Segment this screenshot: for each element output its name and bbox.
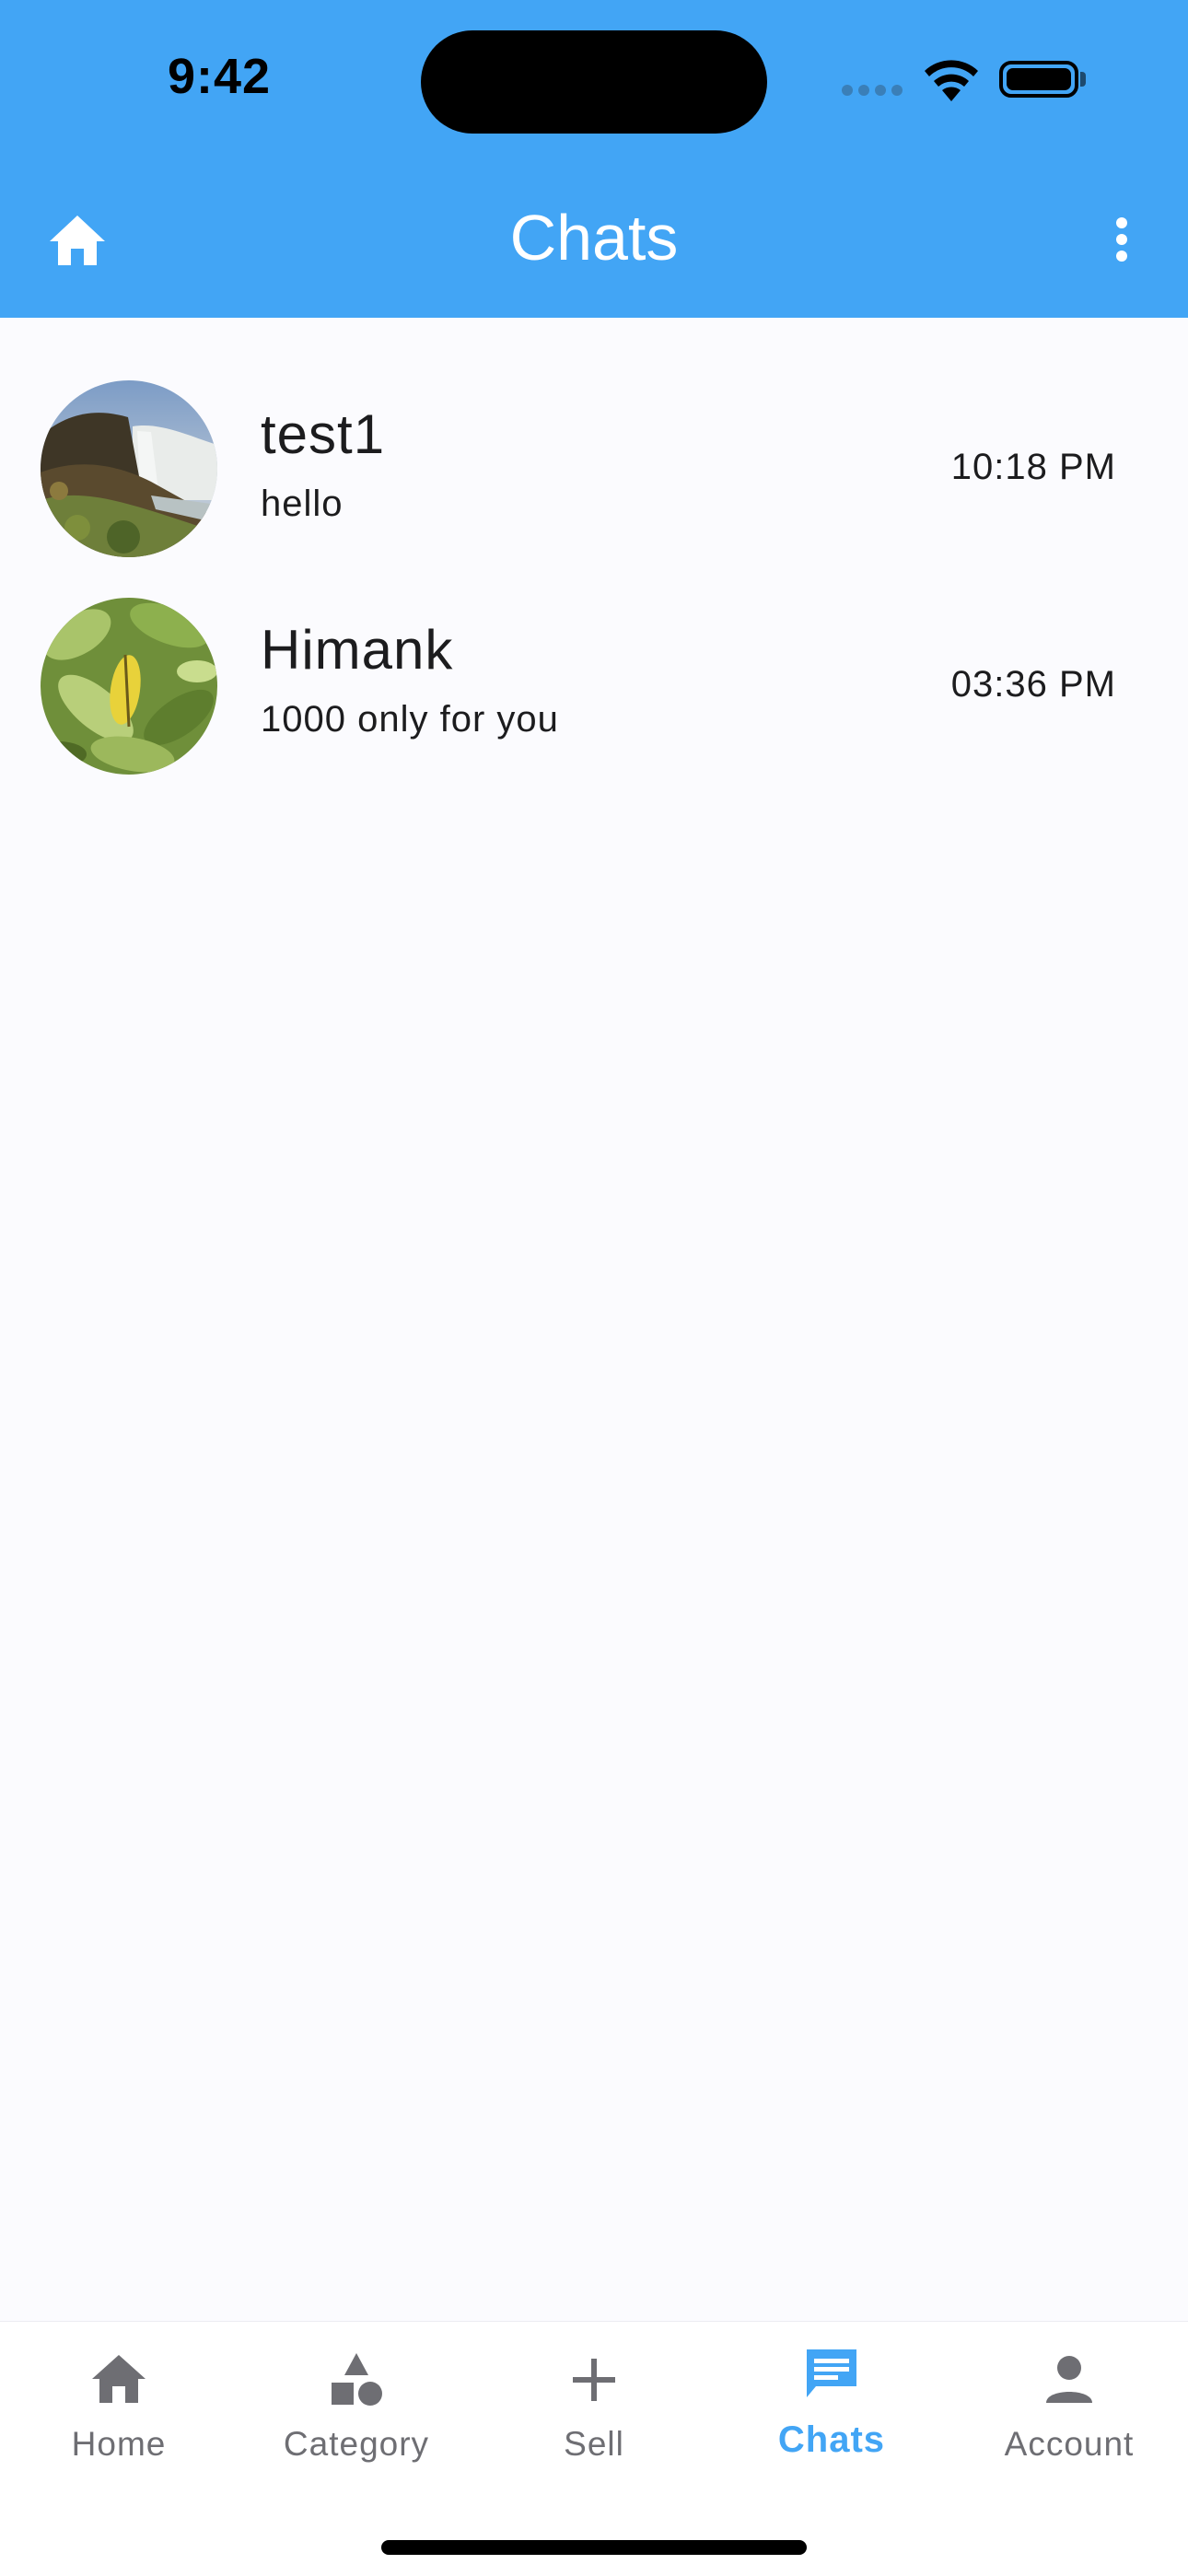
nav-label: Chats [777,2419,886,2460]
chat-last-message: hello [261,484,344,524]
category-icon [332,2353,382,2406]
nav-label: Sell [564,2425,624,2463]
bottom-navigation: Home Category Sell Chats Account [0,2321,1188,2576]
avatar [41,598,217,775]
nav-label: Home [71,2425,167,2463]
plus-icon [573,2359,615,2401]
app-bar: 9:42 Chats [0,0,1188,318]
nav-item-category[interactable]: Category [238,2322,475,2488]
chat-time: 10:18 PM [950,447,1116,487]
cellular-signal-icon [842,85,904,96]
nav-item-home[interactable]: Home [0,2322,238,2488]
chat-last-message: 1000 only for you [261,699,559,740]
battery-icon [999,61,1078,98]
leaves-photo [41,598,217,775]
avatar [41,380,217,557]
nav-label: Account [1004,2425,1135,2463]
home-icon [92,2355,146,2403]
chat-name: test1 [261,403,386,465]
battery-tip [1080,72,1086,87]
home-indicator[interactable] [381,2540,807,2555]
chat-icon [807,2349,856,2397]
more-vert-icon[interactable] [1105,214,1138,265]
wifi-icon [925,60,978,101]
chat-list-item[interactable]: Himank 1000 only for you 03:36 PM [0,585,1188,802]
nav-item-sell[interactable]: Sell [475,2322,713,2488]
chat-time: 03:36 PM [950,664,1116,705]
nav-label: Category [283,2425,430,2463]
nav-item-chats[interactable]: Chats [713,2322,950,2488]
chat-name: Himank [261,619,454,681]
status-time: 9:42 [168,49,272,104]
waterfall-photo [41,380,217,557]
person-icon [1046,2356,1092,2403]
dynamic-island [421,30,767,134]
page-title: Chats [509,202,679,274]
chat-list-item[interactable]: test1 hello 10:18 PM [0,367,1188,585]
nav-item-account[interactable]: Account [950,2322,1188,2488]
